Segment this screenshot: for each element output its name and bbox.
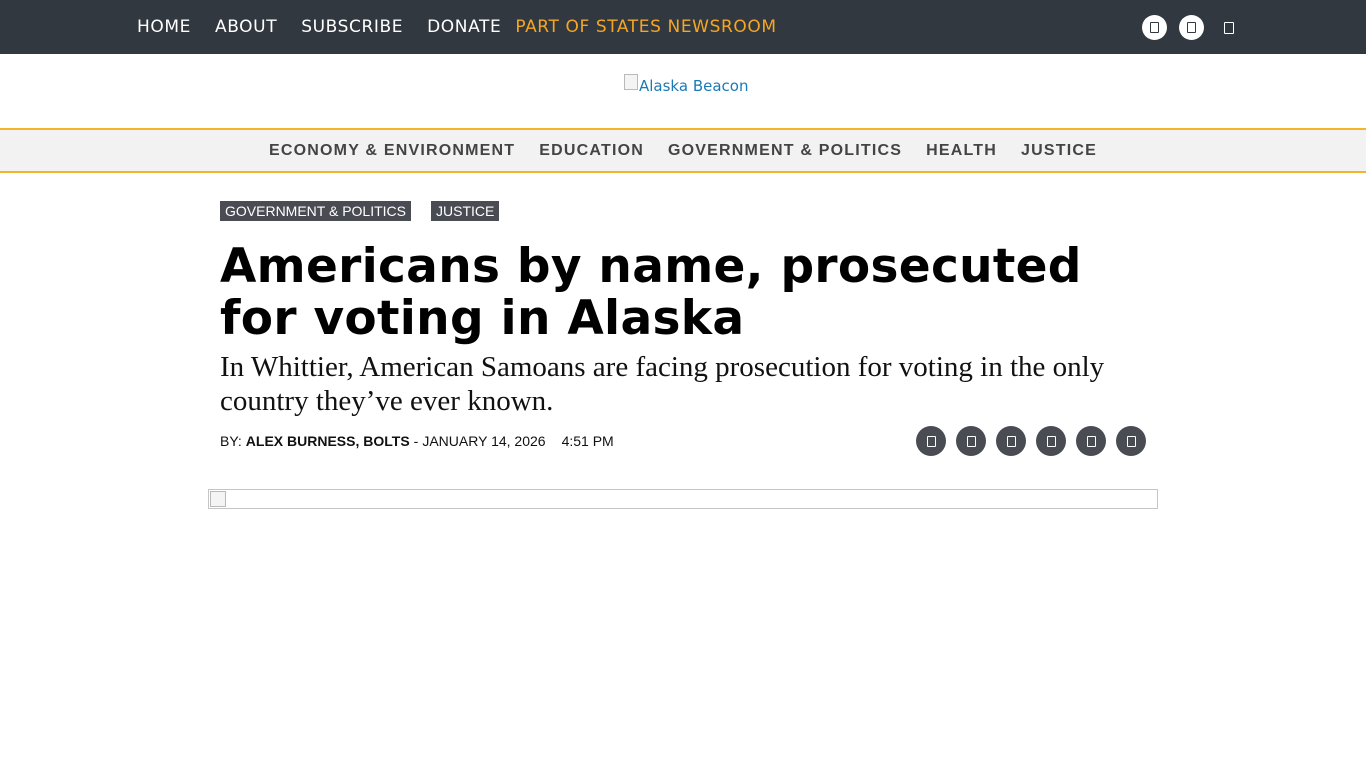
article-headline: Americans by name, prosecuted for voting… <box>220 239 1082 346</box>
search-icon[interactable] <box>1216 15 1241 40</box>
twitter-glyph <box>1187 22 1196 33</box>
section-health[interactable]: HEALTH <box>926 142 997 160</box>
section-government-politics[interactable]: GOVERNMENT & POLITICS <box>668 142 902 160</box>
author-link[interactable]: ALEX BURNESS, BOLTS <box>246 433 410 449</box>
facebook-glyph <box>1150 22 1159 33</box>
nav-about-link[interactable]: ABOUT <box>215 18 277 36</box>
states-newsroom-link[interactable]: PART OF STATES NEWSROOM <box>515 18 776 36</box>
share-print-icon[interactable] <box>1076 426 1106 456</box>
share-facebook-icon[interactable] <box>916 426 946 456</box>
broken-image-icon <box>210 491 226 507</box>
featured-image <box>208 489 1158 509</box>
section-education[interactable]: EDUCATION <box>539 142 644 160</box>
top-navigation: HOME ABOUT SUBSCRIBE DONATE PART OF STAT… <box>137 0 777 54</box>
logo-alt-text[interactable]: Alaska Beacon <box>639 74 748 98</box>
facebook-icon[interactable] <box>1142 15 1167 40</box>
article-subhead: In Whittier, American Samoans are facing… <box>220 351 1105 417</box>
share-bluesky-icon[interactable] <box>996 426 1026 456</box>
publish-date: JANUARY 14, 2026 <box>422 433 546 449</box>
section-justice[interactable]: JUSTICE <box>1021 142 1097 160</box>
nav-donate-link[interactable]: DONATE <box>427 18 501 36</box>
link-glyph <box>1126 435 1136 447</box>
share-twitter-icon[interactable] <box>956 426 986 456</box>
site-logo[interactable]: Alaska Beacon <box>624 74 748 98</box>
twitter-glyph <box>966 435 976 447</box>
print-glyph <box>1086 435 1096 447</box>
byline-separator: - <box>413 433 419 449</box>
section-economy-environment[interactable]: ECONOMY & ENVIRONMENT <box>269 142 515 160</box>
broken-image-icon <box>624 74 638 90</box>
email-glyph <box>1046 435 1056 447</box>
bluesky-glyph <box>1006 435 1016 447</box>
share-email-icon[interactable] <box>1036 426 1066 456</box>
tag-justice[interactable]: JUSTICE <box>431 201 500 221</box>
nav-home-link[interactable]: HOME <box>137 18 191 36</box>
share-buttons <box>916 426 1156 456</box>
facebook-glyph <box>926 435 936 447</box>
section-navigation: ECONOMY & ENVIRONMENT EDUCATION GOVERNME… <box>0 128 1366 173</box>
byline-prefix: BY: <box>220 433 242 449</box>
twitter-icon[interactable] <box>1179 15 1204 40</box>
top-icons <box>1142 15 1241 40</box>
share-link-icon[interactable] <box>1116 426 1146 456</box>
publish-time: 4:51 PM <box>561 433 614 449</box>
top-bar: HOME ABOUT SUBSCRIBE DONATE PART OF STAT… <box>0 0 1366 54</box>
tag-government-politics[interactable]: GOVERNMENT & POLITICS <box>220 201 411 221</box>
search-glyph <box>1223 21 1234 34</box>
nav-subscribe-link[interactable]: SUBSCRIBE <box>301 18 403 36</box>
article-tags: GOVERNMENT & POLITICS JUSTICE <box>220 201 519 221</box>
article-byline: BY: ALEX BURNESS, BOLTS - JANUARY 14, 20… <box>220 433 614 449</box>
